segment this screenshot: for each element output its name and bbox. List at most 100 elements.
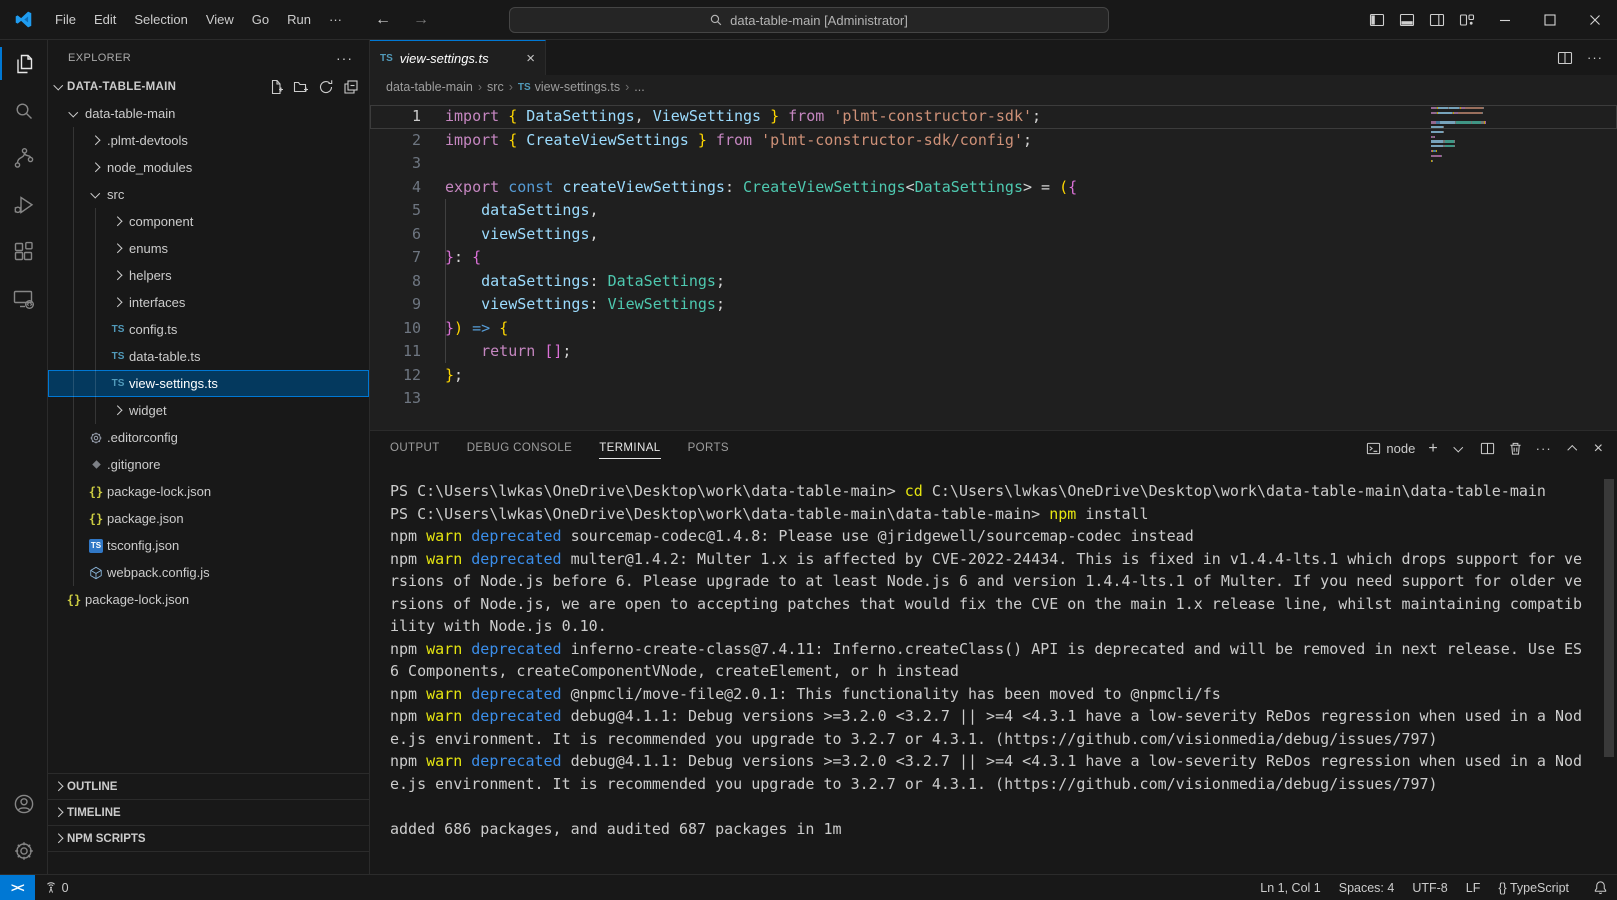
status-item-ln-1-col-1[interactable]: Ln 1, Col 1: [1251, 881, 1329, 895]
json-icon: {}: [89, 512, 103, 526]
toggle-panel-icon[interactable]: [1392, 5, 1422, 35]
extensions-icon[interactable]: [0, 228, 48, 275]
line-number: 2: [370, 129, 421, 153]
kill-terminal-icon[interactable]: [1508, 441, 1523, 456]
run-debug-icon[interactable]: [0, 181, 48, 228]
remote-explorer-icon[interactable]: [0, 275, 48, 322]
maximize-button-icon[interactable]: [1527, 0, 1572, 40]
terminal-output[interactable]: PS C:\Users\lwkas\OneDrive\Desktop\work\…: [370, 466, 1617, 874]
code-line-12: 12};: [370, 364, 1617, 388]
source-control-icon[interactable]: [0, 134, 48, 181]
code-line-7: 7}: {: [370, 246, 1617, 270]
close-panel-icon[interactable]: ×: [1594, 441, 1603, 457]
tree-item-enums[interactable]: enums: [48, 235, 369, 262]
split-terminal-icon[interactable]: [1480, 441, 1495, 456]
sidebar-section-npm-scripts[interactable]: NPM SCRIPTS: [48, 826, 369, 852]
minimize-button-icon[interactable]: [1482, 0, 1527, 40]
tree-item-package-lock.json[interactable]: {}package-lock.json: [48, 478, 369, 505]
terminal-shell-label: node: [1386, 441, 1415, 456]
breadcrumb-separator: ›: [509, 80, 513, 94]
terminal-dropdown-icon[interactable]: [1451, 441, 1467, 457]
code-line-11: 11 return [];: [370, 340, 1617, 364]
new-terminal-icon[interactable]: +: [1428, 441, 1437, 457]
terminal-shell-item[interactable]: node: [1366, 441, 1415, 456]
status-item-spaces-4[interactable]: Spaces: 4: [1330, 881, 1404, 895]
nav-forward-icon[interactable]: →: [413, 11, 429, 29]
ports-indicator[interactable]: 0: [35, 881, 78, 895]
tree-item-config.ts[interactable]: TSconfig.ts: [48, 316, 369, 343]
tree-item-data-table.ts[interactable]: TSdata-table.ts: [48, 343, 369, 370]
chevron-right-icon: [107, 400, 129, 422]
settings-gear-icon[interactable]: [0, 827, 48, 874]
tree-item-data-table-main[interactable]: data-table-main: [48, 100, 369, 127]
status-item-lf[interactable]: LF: [1457, 881, 1490, 895]
minimap[interactable]: [1431, 107, 1505, 169]
panel-tab-ports[interactable]: PORTS: [688, 431, 729, 466]
panel-tab-output[interactable]: OUTPUT: [390, 431, 440, 466]
close-window-button-icon[interactable]: [1572, 0, 1617, 40]
breadcrumb-item-data-table-main[interactable]: data-table-main: [386, 80, 473, 94]
workspace-section-header[interactable]: DATA-TABLE-MAIN: [48, 75, 369, 98]
refresh-icon[interactable]: [318, 79, 334, 95]
menu-edit[interactable]: Edit: [85, 7, 125, 33]
tree-item-component[interactable]: component: [48, 208, 369, 235]
editor-more-icon[interactable]: ···: [1587, 50, 1603, 65]
tree-item-.editorconfig[interactable]: .editorconfig: [48, 424, 369, 451]
tree-item-package-lock.json[interactable]: {}package-lock.json: [48, 586, 369, 613]
tree-item-.gitignore[interactable]: .gitignore: [48, 451, 369, 478]
tree-item-widget[interactable]: widget: [48, 397, 369, 424]
explorer-more-icon[interactable]: ···: [336, 50, 353, 66]
indent-guide: [95, 208, 96, 424]
split-editor-icon[interactable]: [1557, 50, 1573, 66]
tab-view-settings[interactable]: TS view-settings.ts ×: [370, 40, 546, 75]
status-item-utf-8[interactable]: UTF-8: [1403, 881, 1456, 895]
tab-close-icon[interactable]: ×: [526, 50, 535, 67]
toggle-primary-sidebar-icon[interactable]: [1362, 5, 1392, 35]
terminal-line: ility with Node.js 0.10.: [390, 615, 1617, 638]
menu-run[interactable]: Run: [278, 7, 320, 33]
breadcrumb-item-view-settings-ts[interactable]: TSview-settings.ts: [518, 80, 620, 94]
nav-back-icon[interactable]: ←: [375, 11, 391, 29]
menu-go[interactable]: Go: [243, 7, 278, 33]
menu-file[interactable]: File: [46, 7, 85, 33]
new-folder-icon[interactable]: [293, 79, 309, 95]
remote-indicator[interactable]: ><: [0, 875, 35, 900]
tree-item-package.json[interactable]: {}package.json: [48, 505, 369, 532]
menu-view[interactable]: View: [197, 7, 243, 33]
code-text: viewSettings,: [421, 223, 599, 247]
tree-item-src[interactable]: src: [48, 181, 369, 208]
toggle-secondary-sidebar-icon[interactable]: [1422, 5, 1452, 35]
workbench: EXPLORER ··· DATA-TABLE-MAIN data-table-…: [0, 40, 1617, 874]
sidebar-section-outline[interactable]: OUTLINE: [48, 774, 369, 800]
command-center-search[interactable]: data-table-main [Administrator]: [509, 7, 1109, 33]
panel-more-icon[interactable]: ···: [1536, 441, 1552, 456]
breadcrumb-item--[interactable]: ...: [634, 80, 644, 94]
cube-icon: [85, 562, 107, 584]
code-editor[interactable]: 1import { DataSettings, ViewSettings } f…: [370, 99, 1617, 430]
tree-item-interfaces[interactable]: interfaces: [48, 289, 369, 316]
terminal-scrollbar[interactable]: [1604, 479, 1614, 757]
menu-more[interactable]: ···: [320, 7, 351, 33]
search-sidebar-icon[interactable]: [0, 87, 48, 134]
tree-item-node_modules[interactable]: node_modules: [48, 154, 369, 181]
accounts-icon[interactable]: [0, 780, 48, 827]
notifications-bell-icon[interactable]: [1584, 880, 1617, 895]
breadcrumb-item-src[interactable]: src: [487, 80, 504, 94]
panel-tab-debug-console[interactable]: DEBUG CONSOLE: [467, 431, 573, 466]
tree-item-helpers[interactable]: helpers: [48, 262, 369, 289]
status-item--typescript[interactable]: {} TypeScript: [1489, 881, 1578, 895]
tree-item-webpack.config.js[interactable]: webpack.config.js: [48, 559, 369, 586]
new-file-icon[interactable]: [268, 79, 284, 95]
collapse-all-icon[interactable]: [343, 79, 359, 95]
menu-selection[interactable]: Selection: [125, 7, 196, 33]
line-number: 11: [370, 340, 421, 364]
customize-layout-icon[interactable]: [1452, 5, 1482, 35]
tree-item-view-settings.ts[interactable]: TSview-settings.ts: [48, 370, 369, 397]
tree-item-.plmt-devtools[interactable]: .plmt-devtools: [48, 127, 369, 154]
explorer-icon[interactable]: [0, 40, 48, 87]
line-number: 4: [370, 176, 421, 200]
sidebar-section-timeline[interactable]: TIMELINE: [48, 800, 369, 826]
panel-tab-terminal[interactable]: TERMINAL: [599, 431, 660, 466]
maximize-panel-icon[interactable]: [1565, 441, 1581, 457]
tree-item-tsconfig.json[interactable]: TStsconfig.json: [48, 532, 369, 559]
